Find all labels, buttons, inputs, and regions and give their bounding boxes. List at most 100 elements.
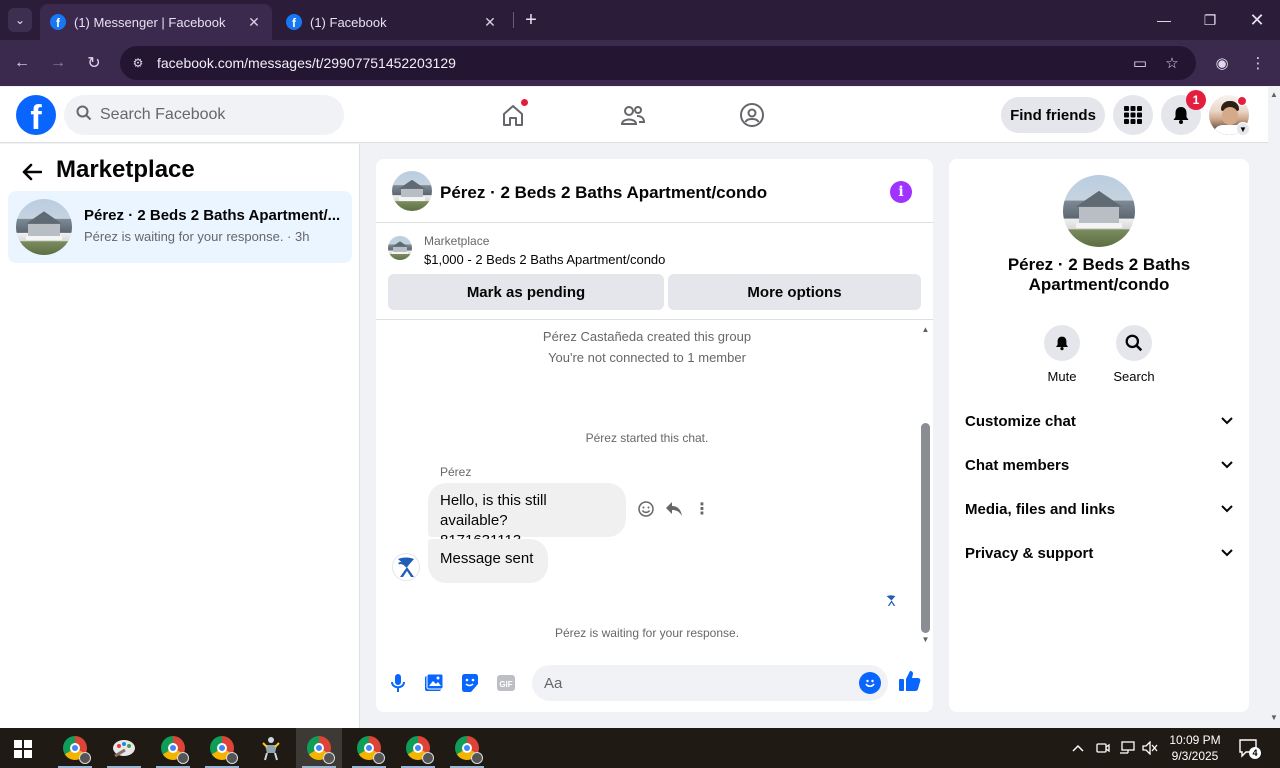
notification-center-icon[interactable]: 4 bbox=[1238, 738, 1261, 759]
chat-started-notice: Pérez started this chat. bbox=[585, 431, 709, 445]
windows-start-icon[interactable] bbox=[14, 740, 32, 758]
taskbar-app-5[interactable] bbox=[248, 728, 294, 768]
facebook-logo-icon[interactable]: f bbox=[16, 95, 56, 135]
chrome-icon bbox=[63, 736, 91, 764]
taskbar-chrome-1[interactable] bbox=[52, 728, 98, 768]
mark-as-pending-button[interactable]: Mark as pending bbox=[388, 274, 664, 310]
search-icon[interactable] bbox=[1116, 325, 1152, 361]
home-nav[interactable] bbox=[495, 98, 531, 131]
paint-app-icon bbox=[113, 740, 135, 758]
react-emoji-icon[interactable] bbox=[636, 499, 656, 519]
scroll-thumb[interactable] bbox=[921, 423, 930, 633]
conversation-item[interactable]: Pérez · 2 Beds 2 Baths Apartment/... Pér… bbox=[8, 191, 352, 263]
chrome-icon bbox=[210, 736, 238, 764]
browser-menu-icon[interactable]: ⋮ bbox=[1248, 53, 1268, 73]
reply-icon[interactable] bbox=[664, 499, 684, 519]
scroll-up-arrow-icon[interactable]: ▲ bbox=[1270, 90, 1278, 99]
url-text[interactable]: facebook.com/messages/t/2990775145220312… bbox=[157, 55, 1196, 71]
profile-icon[interactable]: ◉ bbox=[1212, 53, 1232, 73]
back-arrow-icon[interactable] bbox=[20, 160, 44, 184]
privacy-support-section[interactable]: Privacy & support bbox=[965, 541, 1233, 565]
chat-panel: Pérez · 2 Beds 2 Baths Apartment/condo i… bbox=[376, 159, 933, 712]
find-friends-button[interactable]: Find friends bbox=[1001, 97, 1105, 133]
mute-action[interactable]: Mute bbox=[1034, 325, 1090, 384]
search-label: Search bbox=[1113, 369, 1155, 384]
system-clock[interactable]: 10:09 PM 9/3/2025 bbox=[1166, 732, 1224, 764]
facebook-search[interactable] bbox=[64, 95, 344, 135]
page-title: Marketplace bbox=[56, 156, 195, 183]
listing-photo[interactable] bbox=[1063, 175, 1135, 247]
listing-price-title[interactable]: $1,000 - 2 Beds 2 Baths Apartment/condo bbox=[424, 252, 665, 267]
emoji-icon[interactable] bbox=[859, 672, 881, 694]
friends-nav[interactable] bbox=[615, 99, 651, 131]
taskbar-chrome-3[interactable] bbox=[199, 728, 245, 768]
chat-title[interactable]: Pérez · 2 Beds 2 Baths Apartment/condo bbox=[440, 183, 767, 203]
media-files-links-section[interactable]: Media, files and links bbox=[965, 497, 1233, 521]
bookmark-star-icon[interactable]: ☆ bbox=[1162, 53, 1182, 73]
chrome-icon bbox=[307, 736, 335, 764]
page-scrollbar[interactable]: ▲ ▼ bbox=[1268, 87, 1280, 728]
taskbar-chrome-6[interactable] bbox=[395, 728, 441, 768]
scroll-down-arrow-icon[interactable]: ▼ bbox=[1270, 713, 1278, 722]
meet-now-icon[interactable] bbox=[1094, 739, 1112, 757]
volume-muted-icon[interactable] bbox=[1141, 739, 1159, 757]
close-tab-icon[interactable]: ✕ bbox=[246, 14, 262, 31]
close-tab-icon[interactable]: ✕ bbox=[482, 14, 498, 31]
show-hidden-icons-chevron-up-icon[interactable] bbox=[1070, 739, 1086, 757]
forward-button[interactable]: → bbox=[46, 51, 70, 75]
groups-nav[interactable] bbox=[734, 99, 770, 131]
chat-avatar[interactable] bbox=[392, 171, 432, 211]
minimize-button[interactable]: — bbox=[1141, 6, 1187, 34]
tab-facebook[interactable]: f (1) Facebook ✕ bbox=[276, 4, 508, 40]
taskbar-chrome-2[interactable] bbox=[150, 728, 196, 768]
network-icon[interactable] bbox=[1118, 739, 1136, 757]
section-label: Chat members bbox=[965, 456, 1070, 474]
install-app-icon[interactable]: ▭ bbox=[1130, 53, 1150, 73]
message-bubble[interactable]: Message sent bbox=[428, 539, 548, 583]
like-thumbs-up-icon[interactable] bbox=[898, 669, 922, 693]
search-action[interactable]: Search bbox=[1106, 325, 1162, 384]
attach-photo-icon[interactable] bbox=[422, 671, 446, 695]
message-input[interactable] bbox=[544, 674, 844, 692]
scroll-down-arrow-icon[interactable]: ▼ bbox=[921, 635, 930, 644]
taskbar-chrome-active[interactable] bbox=[296, 728, 342, 768]
menu-button[interactable] bbox=[1113, 95, 1153, 135]
more-options-button[interactable]: More options bbox=[668, 274, 921, 310]
info-icon[interactable]: i bbox=[890, 181, 912, 203]
message-bubble[interactable]: Hello, is this still available? 81716311… bbox=[428, 483, 626, 549]
tab-messenger[interactable]: f (1) Messenger | Facebook ✕ bbox=[40, 4, 272, 40]
chat-scrollbar[interactable]: ▲ ▼ bbox=[918, 321, 933, 651]
chat-header: Pérez · 2 Beds 2 Baths Apartment/condo i bbox=[376, 159, 933, 223]
facebook-header: f Find friends 1 bbox=[0, 87, 1268, 143]
profile-notification-dot bbox=[1237, 96, 1247, 106]
taskbar-chrome-5[interactable] bbox=[346, 728, 392, 768]
reload-button[interactable]: ↻ bbox=[82, 51, 106, 75]
address-bar[interactable]: ⚙ facebook.com/messages/t/29907751452203… bbox=[120, 46, 1196, 80]
chevron-down-icon bbox=[1221, 502, 1233, 516]
gif-icon[interactable]: GIF bbox=[494, 671, 518, 695]
search-input[interactable] bbox=[100, 106, 320, 124]
customize-chat-section[interactable]: Customize chat bbox=[965, 409, 1233, 433]
microphone-icon[interactable] bbox=[386, 671, 410, 695]
message-input-wrapper[interactable] bbox=[532, 665, 888, 701]
restore-button[interactable]: ❐ bbox=[1187, 6, 1233, 34]
marketplace-chat-list: Marketplace Pérez · 2 Beds 2 Baths Apart… bbox=[0, 144, 360, 728]
taskbar-chrome-7[interactable] bbox=[444, 728, 490, 768]
scroll-up-arrow-icon[interactable]: ▲ bbox=[921, 325, 930, 334]
more-actions-icon[interactable]: ⋮ bbox=[692, 499, 712, 519]
sender-avatar[interactable] bbox=[392, 553, 420, 581]
taskbar-app-2[interactable] bbox=[101, 728, 147, 768]
tab-search-button[interactable]: ⌄ bbox=[8, 8, 32, 32]
seen-by-avatar bbox=[884, 593, 898, 607]
sticker-icon[interactable] bbox=[458, 671, 482, 695]
back-button[interactable]: ← bbox=[10, 51, 34, 75]
chat-members-section[interactable]: Chat members bbox=[965, 453, 1233, 477]
new-tab-button[interactable]: + bbox=[520, 8, 542, 32]
site-info-icon[interactable]: ⚙ bbox=[128, 56, 148, 70]
facebook-favicon-icon: f bbox=[286, 14, 302, 30]
bell-icon[interactable] bbox=[1044, 325, 1080, 361]
marketplace-label: Marketplace bbox=[424, 234, 490, 248]
close-window-button[interactable]: ✕ bbox=[1234, 6, 1280, 34]
account-chevron-down-icon[interactable]: ▼ bbox=[1236, 122, 1250, 136]
listing-thumbnail[interactable] bbox=[388, 236, 412, 260]
